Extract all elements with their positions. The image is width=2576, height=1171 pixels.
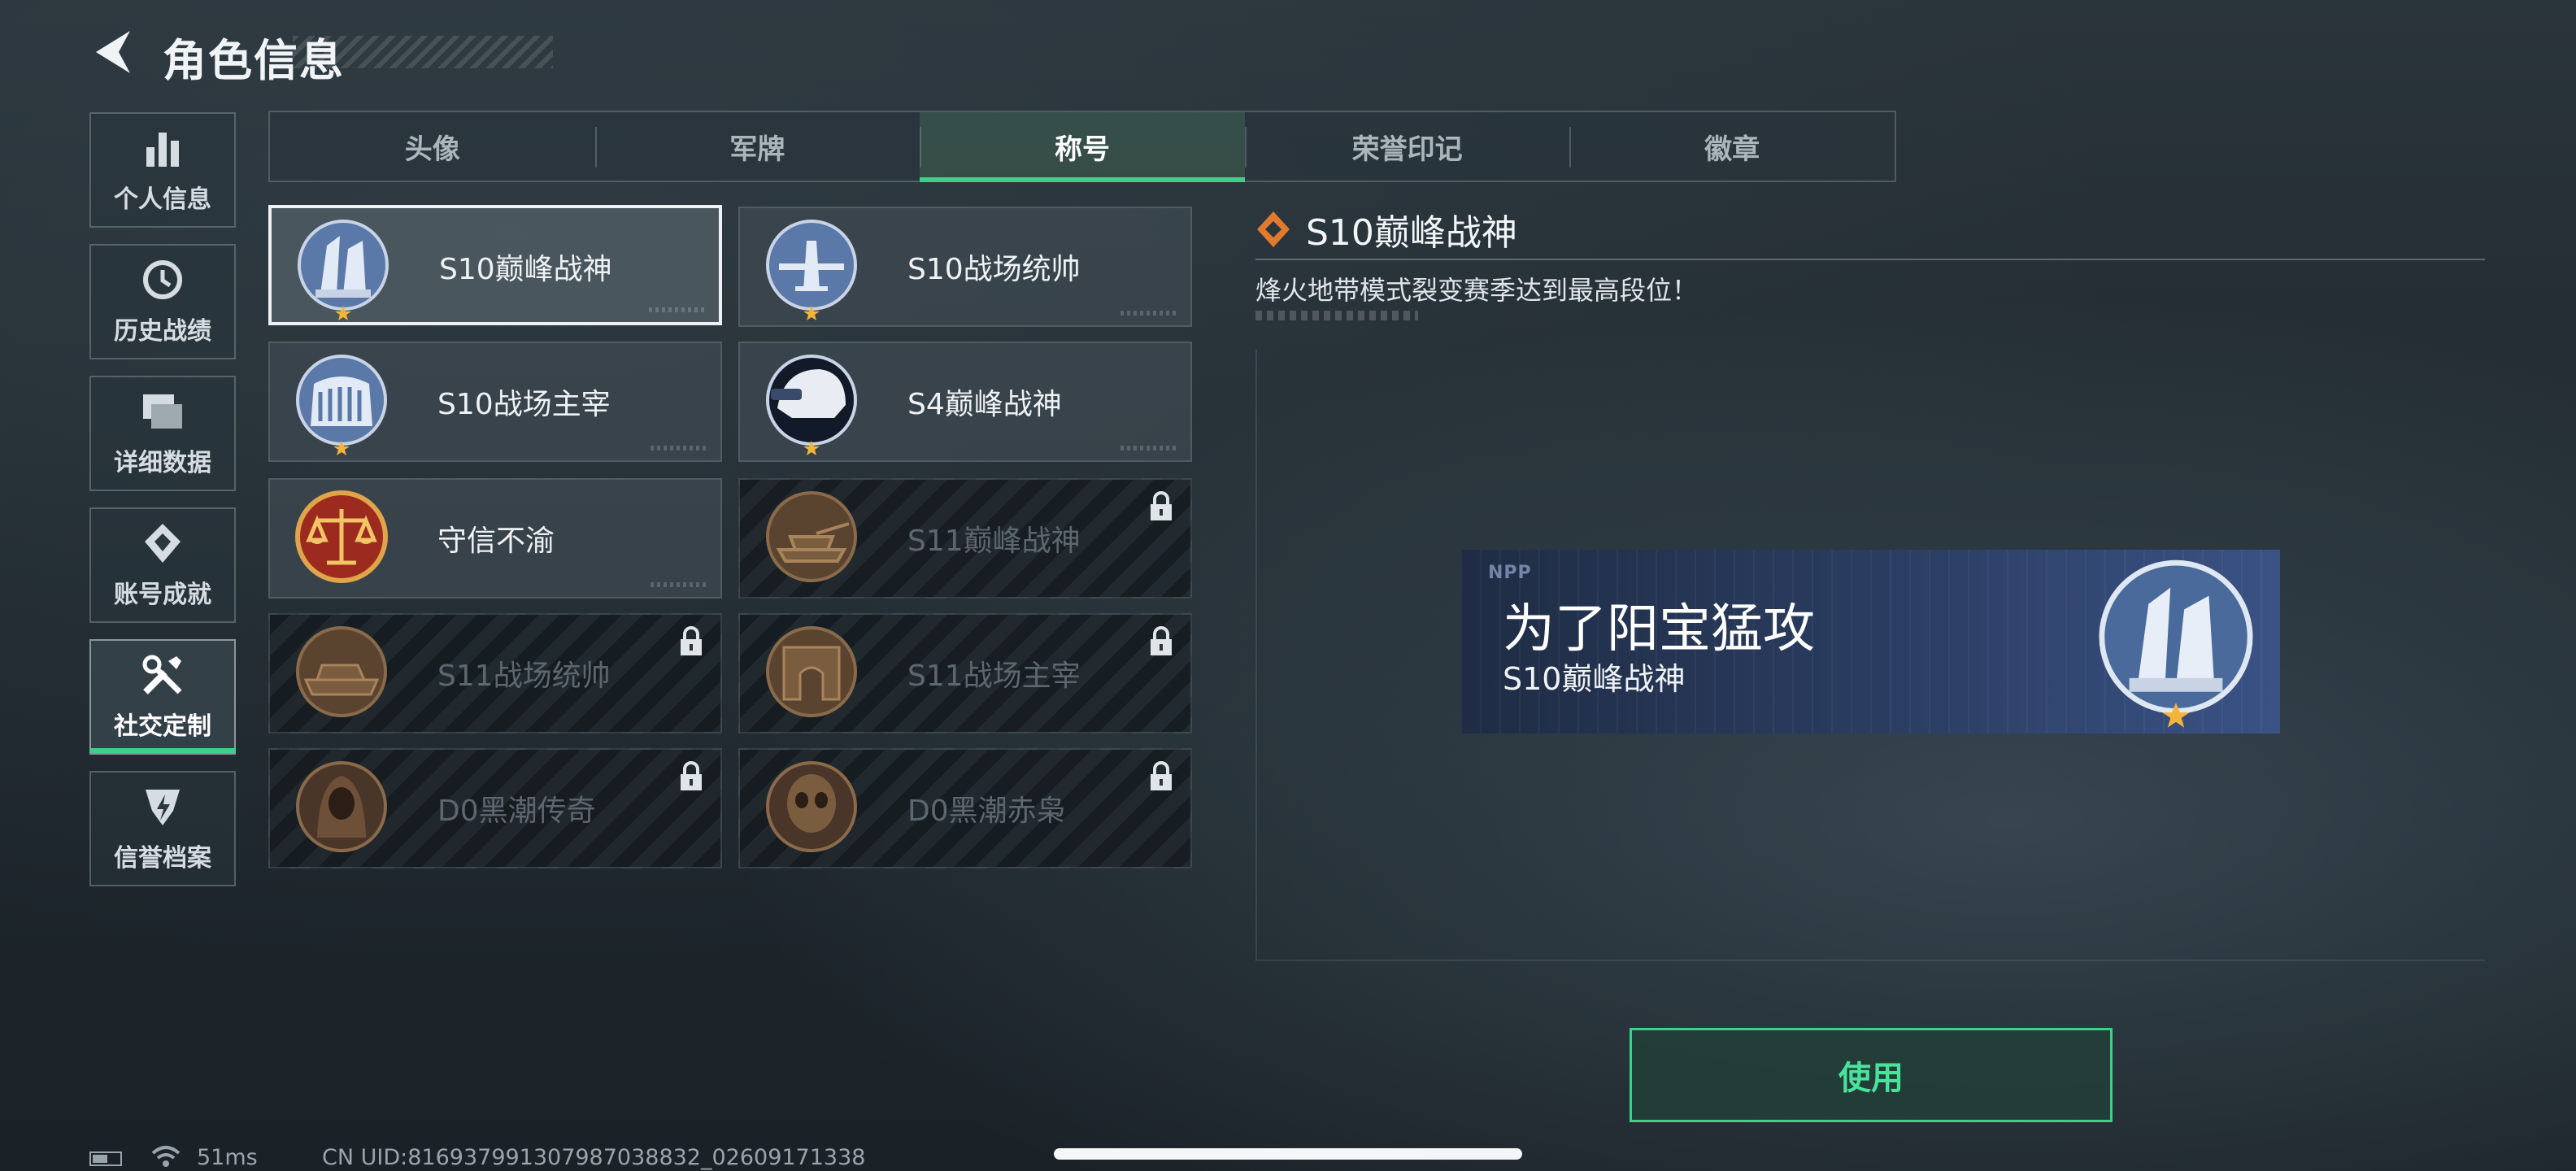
hooded-figure-medal-icon [296,761,387,852]
category-tabs: 头像 军牌 称号 荣誉印记 徽章 [268,111,1896,182]
detail-divider [1255,259,2485,260]
sidebar-item-history[interactable]: 历史战绩 [89,244,236,359]
use-button[interactable]: 使用 [1630,1028,2113,1122]
banner-logo: NPP [1488,563,1532,583]
title-name: S10战场主宰 [437,388,611,421]
title-name: S11战场统帅 [437,660,611,693]
shield-bolt-icon [140,784,185,829]
tools-icon [140,652,185,698]
detail-title: S10巅峰战神 [1306,212,1517,254]
header-decoration [293,36,553,68]
sidebar-item-label: 社交定制 [114,712,211,741]
title-name: S10巅峰战神 [439,253,612,286]
title-card-s10-battlefield-commander[interactable]: S10战场统帅 [738,207,1192,327]
sidebar-item-label: 个人信息 [114,185,211,214]
title-card-s11-battlefield-dominator[interactable]: S11战场主宰 [738,613,1192,734]
title-name: S11巅峰战神 [907,525,1081,558]
lock-icon [681,626,702,655]
diamond-rank-icon [1257,211,1290,247]
title-name: D0黑潮赤枭 [907,794,1066,828]
history-clock-icon [140,257,185,303]
banner-player-name: 为了阳宝猛攻 [1503,599,1815,660]
title-card-s10-battlefield-dominator[interactable]: S10战场主宰 [268,342,722,462]
helmet-medal-icon [766,355,857,455]
user-uid: CN UID:816937991307987038832_02609171338 [322,1145,866,1170]
colosseum-medal-icon [296,355,387,455]
title-preview-banner: NPP 为了阳宝猛攻 S10巅峰战神 [1460,550,2280,734]
sidebar-item-achievements[interactable]: 账号成就 [89,507,236,623]
detail-decoration [1255,311,1418,320]
back-button[interactable] [89,26,138,78]
title-card-s11-battlefield-commander[interactable]: S11战场统帅 [268,613,722,734]
lock-icon [1151,626,1172,655]
card-decoration [1120,446,1177,451]
tab-honor-mark[interactable]: 荣誉印记 [1244,112,1570,181]
wifi-icon [151,1146,181,1167]
tower-medal-icon [2099,559,2253,728]
sidebar-item-social-customize[interactable]: 社交定制 [89,639,236,755]
title-card-d0-black-tide-legend[interactable]: D0黑潮传奇 [268,748,722,868]
card-decoration [1120,311,1177,316]
title-card-s4-peak-god[interactable]: S4巅峰战神 [738,342,1192,462]
tab-dog-tag[interactable]: 军牌 [594,112,920,181]
tank-medal-icon [766,491,857,582]
card-decoration [649,307,706,312]
lock-icon [681,761,702,790]
skull-mask-medal-icon [766,761,857,852]
bar-chart-icon [140,125,185,171]
sidebar-item-detailed-data[interactable]: 详细数据 [89,376,236,491]
sidebar-item-reputation[interactable]: 信誉档案 [89,771,236,886]
card-decoration [651,446,707,451]
tab-badge[interactable]: 徽章 [1569,112,1895,181]
home-indicator[interactable] [1054,1148,1522,1160]
achievement-icon [140,520,185,566]
title-card-trustworthy[interactable]: 守信不渝 [268,478,722,599]
sidebar-item-personal-info[interactable]: 个人信息 [89,112,236,228]
lock-icon [1151,761,1172,790]
sidebar-active-indicator [89,748,236,753]
banner-title: S10巅峰战神 [1503,661,1686,697]
title-name: 守信不渝 [437,525,555,558]
tab-avatar[interactable]: 头像 [270,112,595,181]
cards-icon [140,389,185,434]
sidebar-item-label: 账号成就 [114,581,211,609]
lock-icon [1151,491,1172,520]
sidebar-item-label: 信誉档案 [114,844,211,873]
armored-vehicle-medal-icon [296,626,387,717]
battery-icon [89,1151,122,1166]
scales-medal-icon [295,490,388,583]
arch-medal-icon [766,626,857,717]
detail-description: 烽火地带模式裂变赛季达到最高段位！ [1255,275,1699,306]
title-card-d0-black-tide-red-owl[interactable]: D0黑潮赤枭 [738,748,1192,868]
ping-readout: 51ms [197,1145,258,1170]
sidebar-item-label: 历史战绩 [114,317,211,346]
sidebar-item-label: 详细数据 [114,449,211,477]
title-name: D0黑潮传奇 [437,794,596,828]
title-name: S4巅峰战神 [907,388,1062,421]
tab-title[interactable]: 称号 [920,112,1245,182]
tower-medal-icon [298,220,389,320]
card-decoration [651,582,707,587]
aircraft-medal-icon [766,220,857,320]
title-name: S10战场统帅 [907,253,1081,286]
title-card-s10-peak-god[interactable]: S10巅峰战神 [268,205,722,325]
title-name: S11战场主宰 [907,660,1081,693]
title-card-s11-peak-god[interactable]: S11巅峰战神 [738,478,1192,599]
back-arrow-icon [96,31,130,73]
